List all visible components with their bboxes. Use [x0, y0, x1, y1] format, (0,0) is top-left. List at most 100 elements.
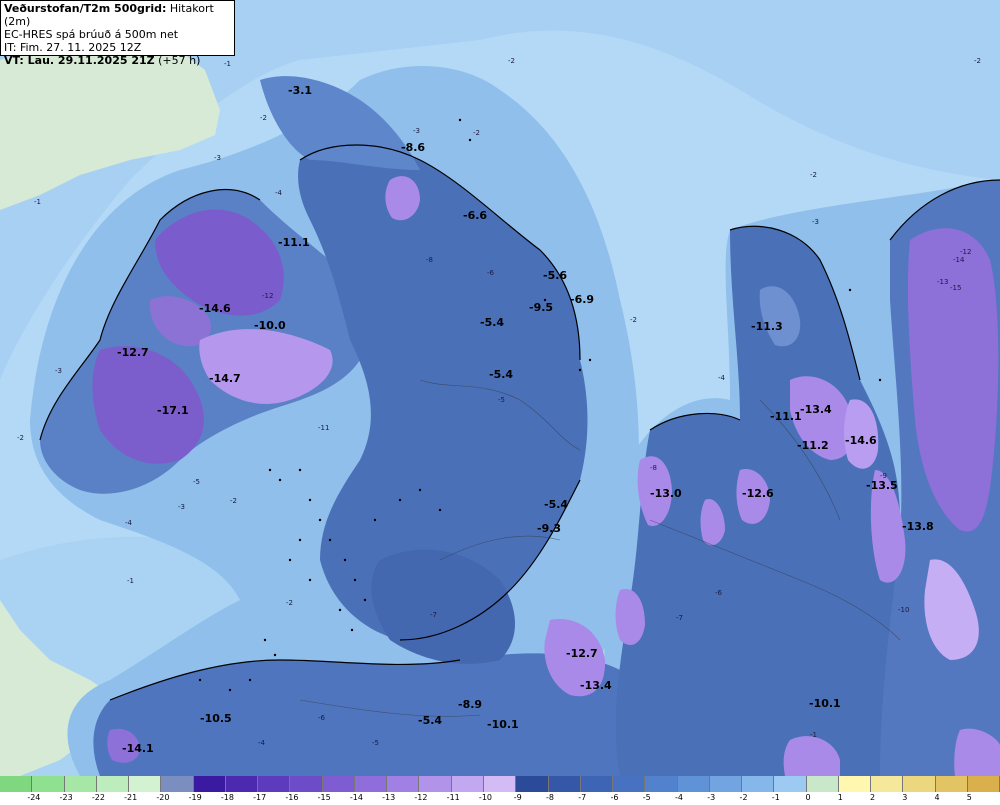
- contour-label: -5: [372, 739, 379, 747]
- contour-label: -4: [125, 519, 133, 527]
- legend-tick-label: -12: [414, 793, 428, 802]
- temp-label: -12.7: [566, 647, 598, 660]
- temp-label: -5.4: [544, 498, 568, 511]
- legend-cell: [387, 776, 420, 792]
- temp-label: -12.6: [742, 487, 774, 500]
- legend-cell: [451, 776, 484, 792]
- map-svg: -17.1 -14.7 -14.6 -12.7 -10.0 -11.1 -8.6…: [0, 0, 1000, 776]
- map-title-line: Veðurstofan/T2m 500grid: Hitakort (2m): [4, 2, 231, 28]
- color-legend: -24 -23 -22 -21 -20 -19 -18 -17 -16 -15 -14 -13 -12-…: [0, 776, 1000, 805]
- legend-cell: [967, 776, 1000, 792]
- legend-cells: [0, 776, 1000, 792]
- legend-cell: [483, 776, 517, 792]
- contour-label: -5: [498, 396, 505, 404]
- legend-tick-label: -14: [349, 793, 363, 802]
- temp-label: -12.7: [117, 346, 149, 359]
- legend-tick-label: -22: [91, 793, 105, 802]
- legend-cell: [129, 776, 162, 792]
- legend-cell: [258, 776, 291, 792]
- legend-cell: [806, 776, 839, 792]
- contour-label: -6: [487, 269, 495, 277]
- legend-tick-label: -10: [478, 793, 493, 802]
- contour-label: -6: [715, 589, 723, 597]
- legend-cell: [96, 776, 130, 792]
- legend-tick-label: -18: [220, 793, 234, 802]
- legend-cell: [354, 776, 388, 792]
- contour-label: -8: [426, 256, 433, 264]
- legend-tick-label: -4: [675, 793, 684, 802]
- temp-label: -14.6: [199, 302, 231, 315]
- temp-label: -17.1: [157, 404, 189, 417]
- legend-tick-label: -9: [513, 793, 522, 802]
- contour-label: -7: [430, 611, 437, 619]
- legend-tick-label: -17: [253, 793, 267, 802]
- contour-label: -2: [473, 129, 480, 137]
- contour-label: -1: [127, 577, 134, 585]
- temp-label: -6.9: [570, 293, 594, 306]
- temperature-map: -17.1 -14.7 -14.6 -12.7 -10.0 -11.1 -8.6…: [0, 0, 1000, 776]
- map-info-box: Veðurstofan/T2m 500grid: Hitakort (2m) E…: [0, 0, 235, 67]
- temp-label: -14.6: [845, 434, 877, 447]
- legend-tick-label: -24: [27, 793, 41, 802]
- legend-cell: [871, 776, 904, 792]
- legend-cell: [645, 776, 678, 792]
- legend-tick-label: 1: [837, 793, 843, 802]
- temp-label: -11.1: [278, 236, 310, 249]
- contour-label: -5: [193, 478, 200, 486]
- legend-tick-label: -1: [771, 793, 780, 802]
- legend-cell: [742, 776, 775, 792]
- legend-tick-label: -23: [59, 793, 73, 802]
- contour-label: -4: [718, 374, 726, 382]
- temp-label: -11.2: [797, 439, 829, 452]
- legend-cell: [225, 776, 259, 792]
- contour-label: -12: [262, 292, 273, 300]
- contour-label: -4: [275, 189, 283, 197]
- legend-tick-label: -19: [188, 793, 202, 802]
- contour-label: -12: [960, 248, 971, 256]
- temp-label: -6.6: [463, 209, 487, 222]
- legend-cell: [516, 776, 549, 792]
- legend-cell: [774, 776, 807, 792]
- map-title: Veðurstofan/T2m 500grid:: [4, 2, 167, 15]
- temp-label: -11.1: [770, 410, 802, 423]
- legend-cell: [322, 776, 355, 792]
- legend-tick-label: 0: [805, 793, 811, 802]
- legend-tick-label: -13: [382, 793, 396, 802]
- contour-label: -4: [258, 739, 266, 747]
- temp-label: -8.6: [401, 141, 425, 154]
- temp-label: -13.0: [650, 487, 682, 500]
- contour-label: -10: [898, 606, 909, 614]
- contour-label: -3: [55, 367, 62, 375]
- valid-time-line: VT: Lau. 29.11.2025 21Z (+57 h): [4, 54, 231, 67]
- contour-label: -8: [650, 464, 657, 472]
- temp-label: -13.4: [800, 403, 832, 416]
- contour-label: -1: [34, 198, 41, 206]
- contour-label: -2: [630, 316, 637, 324]
- temp-label: -5.4: [489, 368, 513, 381]
- legend-tick-label: -7: [578, 793, 587, 802]
- temp-label: -13.4: [580, 679, 612, 692]
- contour-label: -3: [413, 127, 420, 135]
- legend-cell: [193, 776, 226, 792]
- temp-label: -8.9: [458, 698, 482, 711]
- temp-label: -10.5: [200, 712, 232, 725]
- contour-label: -3: [812, 218, 819, 226]
- legend-tick-label: -20: [156, 793, 170, 802]
- legend-tick-label: -5: [642, 793, 651, 802]
- temp-label: -3.1: [288, 84, 312, 97]
- contour-label: -2: [508, 57, 515, 65]
- init-time-line: IT: Fim. 27. 11. 2025 12Z: [4, 41, 142, 54]
- contour-label: -2: [810, 171, 817, 179]
- legend-tick-label: 5: [966, 793, 972, 802]
- temp-label: -14.7: [209, 372, 241, 385]
- legend-cell: [838, 776, 872, 792]
- contour-label: -7: [676, 614, 683, 622]
- legend-tick-label: 4: [934, 793, 940, 802]
- legend-cell: [709, 776, 743, 792]
- temp-label: -5.6: [543, 269, 567, 282]
- legend-tick-label: -21: [124, 793, 138, 802]
- legend-cell: [290, 776, 323, 792]
- legend-tick-label: -11: [446, 793, 460, 802]
- temp-label: -10.1: [487, 718, 519, 731]
- contour-label: -11: [318, 424, 329, 432]
